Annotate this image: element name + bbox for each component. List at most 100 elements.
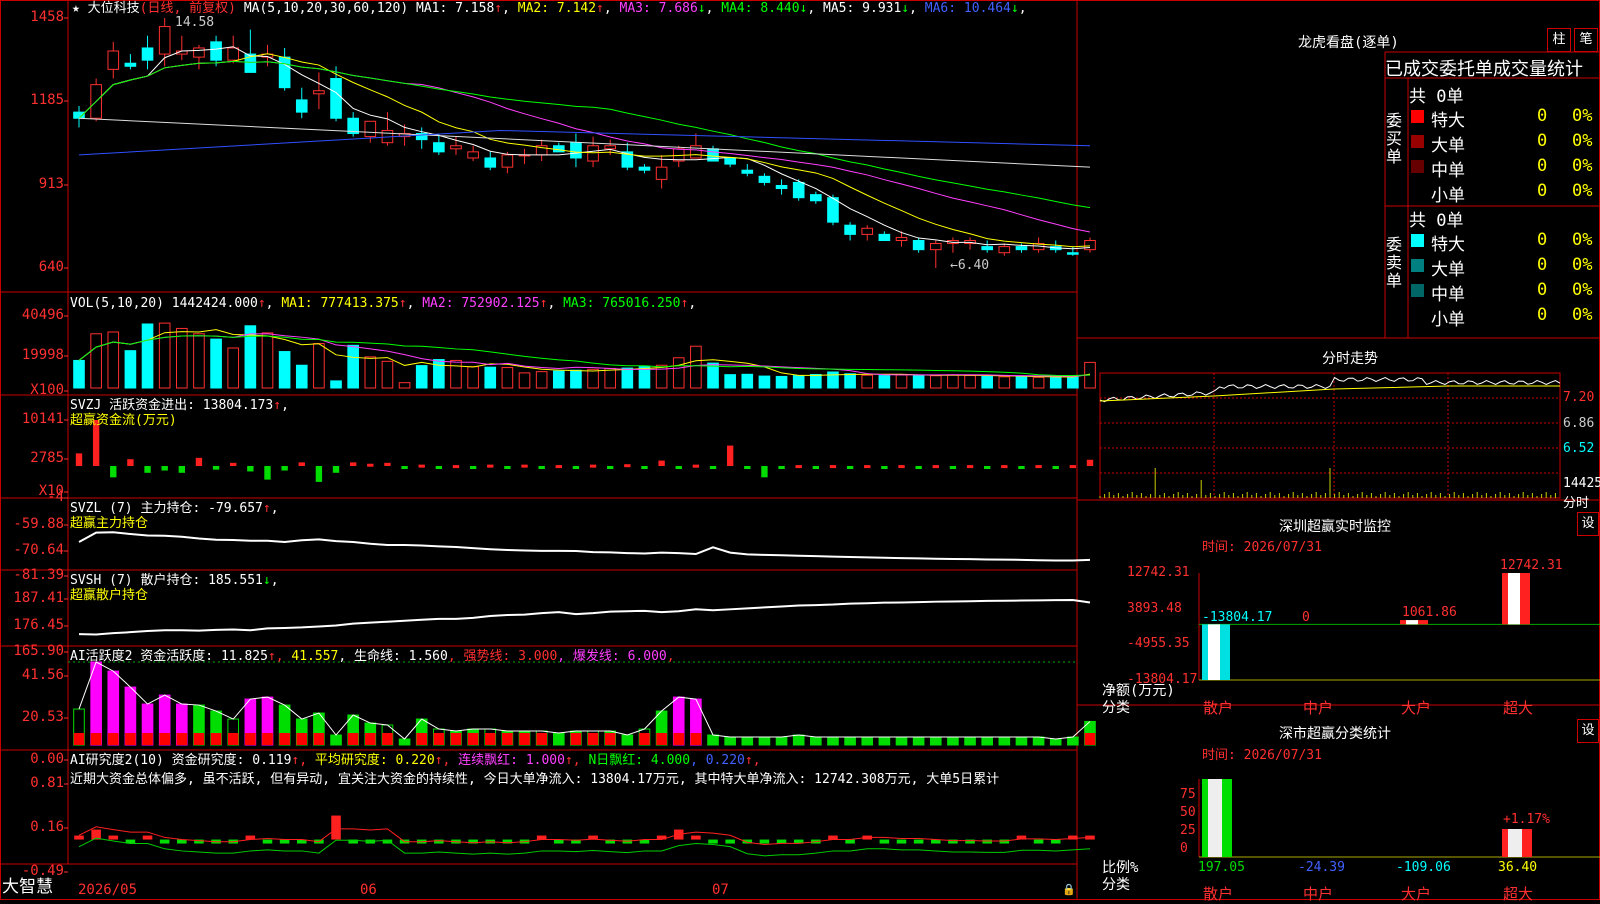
- ai1-base-bar: [227, 733, 239, 745]
- low-price-label: ←6.40: [950, 258, 990, 273]
- vol-value-4: MA3: 765016.250: [555, 296, 681, 311]
- vol-bar: [261, 332, 274, 389]
- svzj-bar: [624, 464, 631, 468]
- candle-body: [484, 157, 497, 168]
- vol-bar: [621, 367, 634, 389]
- ai1-item-0: AI活跃度2 资金活跃度: 11.825: [70, 649, 268, 664]
- ai1-bar: [912, 736, 925, 746]
- candle-body: [792, 181, 805, 199]
- svzj-bar: [607, 466, 614, 469]
- ai2-bar: [108, 835, 119, 840]
- ai2-bar: [331, 815, 341, 840]
- vol-bar: [227, 347, 240, 389]
- vol-prefix: VOL(5,10,20): [70, 296, 164, 311]
- candle: [861, 225, 874, 241]
- sz-monitor-bar-shine: [1406, 620, 1418, 625]
- svzj-bar: [778, 466, 785, 469]
- ai1-base-bar: [639, 733, 650, 745]
- date-label-may: 2026/05: [78, 882, 138, 898]
- svzj-bar: [761, 466, 768, 478]
- ai1-bar: [827, 736, 839, 746]
- high-price-value: 14.58: [175, 15, 215, 30]
- svzj-bar: [469, 466, 477, 469]
- buy-color-swatch: [1411, 160, 1424, 173]
- sz-stats-title: 深市超赢分类统计: [1279, 726, 1391, 742]
- vol-bar: [467, 366, 479, 389]
- candle: [741, 164, 754, 177]
- price-axis-3: 640: [38, 259, 64, 275]
- vol-bar: [313, 343, 325, 389]
- candle-body: [775, 184, 788, 190]
- buy-val: 0: [1537, 181, 1548, 201]
- sz-stats-xlabel: 分类: [1102, 877, 1130, 893]
- candle: [929, 240, 942, 268]
- ai2-bar: [279, 839, 290, 844]
- svzj-bar: [75, 453, 83, 466]
- vol-bar: [775, 375, 788, 389]
- sz-monitor-value-0: -13804.17: [1202, 610, 1273, 625]
- bar-mode-button[interactable]: 柱: [1547, 28, 1571, 52]
- svzj-bar: [1069, 465, 1077, 469]
- candle-body: [467, 151, 479, 159]
- svzj-bar: [966, 465, 974, 469]
- buy-orders-label: 委买单: [1386, 111, 1403, 166]
- sz-stats-settings-button[interactable]: 设: [1577, 719, 1599, 743]
- ma-sep-1: ,: [502, 1, 510, 16]
- buy-label: 中单: [1431, 161, 1465, 181]
- sz-monitor-xlabel: 分类: [1102, 700, 1130, 716]
- vol-bar: [347, 344, 359, 389]
- candle: [844, 222, 856, 241]
- ai1-base-bar: [690, 733, 702, 745]
- candle: [90, 78, 102, 122]
- tick-mode-button[interactable]: 笔: [1574, 28, 1598, 52]
- svzj-header: SVZJ 活跃资金进出: 13804.173↑,: [70, 398, 289, 413]
- candle-body: [810, 194, 822, 202]
- ai1-base-bar: [313, 733, 325, 745]
- ai1-base-bar: [245, 733, 256, 745]
- ai1-bar: [895, 736, 908, 746]
- vol-bar: [707, 362, 719, 389]
- ai1-item-1: ↑,: [267, 649, 292, 664]
- candle: [244, 29, 257, 73]
- candle: [176, 35, 188, 61]
- intraday-mode-label[interactable]: 分时: [1563, 492, 1589, 511]
- candle-body: [570, 142, 582, 159]
- ai1-bar: [1067, 736, 1079, 746]
- svsh-axis-1: 176.45: [13, 617, 64, 633]
- sz-monitor-axis-3: -13804.17: [1127, 672, 1198, 687]
- vol-sep-1: ,: [265, 296, 274, 311]
- intraday-axis-2: 6.86: [1563, 416, 1595, 431]
- stock-name[interactable]: 大位科技: [88, 1, 140, 16]
- sz-monitor-axis-2: -4955.35: [1127, 636, 1190, 652]
- vol-bar: [176, 327, 188, 389]
- vol-bar: [690, 345, 702, 389]
- vol-bar: [964, 375, 976, 389]
- lock-icon[interactable]: 🔒: [1062, 882, 1076, 897]
- svzl-arrow: ↑: [262, 501, 271, 516]
- sz-monitor-settings-button[interactable]: 设: [1577, 512, 1599, 536]
- high-price-label: 14.58: [175, 15, 214, 30]
- sell-color-swatch: [1411, 259, 1424, 272]
- ai1-base-bar: [296, 733, 308, 745]
- sell-color-swatch: [1411, 234, 1424, 247]
- ai1-base-bar: [142, 733, 153, 745]
- sz-stats-axis-1: 50: [1180, 805, 1196, 820]
- sz-stats-bar-散户: [1202, 779, 1232, 857]
- candle-body: [861, 227, 874, 235]
- ma-line-5: [78, 117, 1091, 168]
- svzj-bar: [692, 464, 700, 468]
- svsh-axis-0: 187.41: [13, 590, 64, 606]
- svzj-bar: [521, 464, 528, 468]
- svzj-bar: [1018, 466, 1025, 469]
- candle: [621, 142, 634, 171]
- svzj-title: SVZJ 活跃资金进出: 13804.173: [70, 398, 274, 413]
- sz-stats-value-1: -24.39: [1298, 860, 1345, 875]
- buy-label: 小单: [1431, 186, 1465, 206]
- sz-stats-value-2: -109.06: [1396, 860, 1451, 875]
- sz-stats-time: 时间: 2026/07/31: [1202, 748, 1322, 763]
- vol-bar: [929, 375, 942, 389]
- ai1-bar: [810, 736, 822, 746]
- ma-value-4: MA4: 8.440: [713, 1, 800, 16]
- sz-stats-bar-shine: [1208, 779, 1222, 857]
- ai1-bar: [878, 736, 891, 746]
